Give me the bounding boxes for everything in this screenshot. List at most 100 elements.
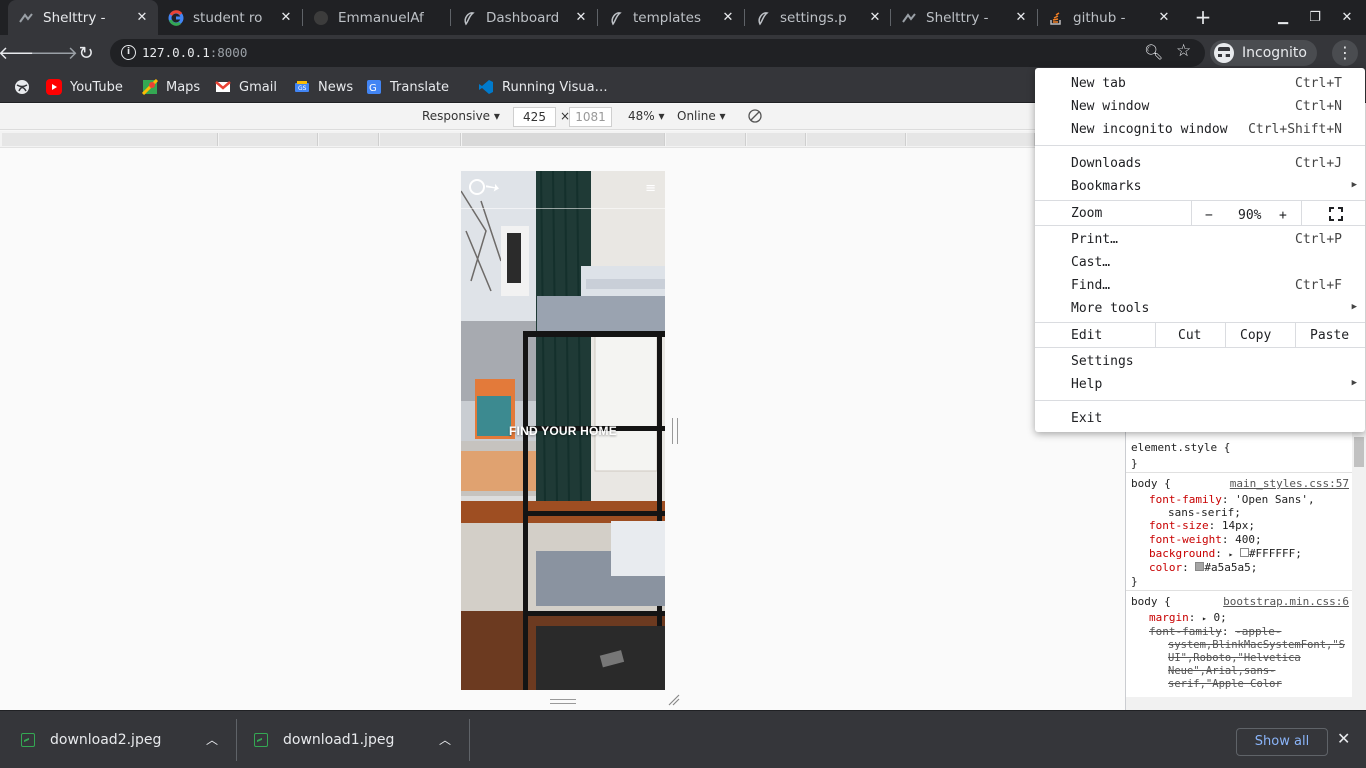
incognito-badge[interactable]: Incognito: [1210, 40, 1317, 66]
menu-item-settings[interactable]: Settings: [1035, 350, 1365, 373]
tab-settings-py[interactable]: settings.p ✕: [745, 0, 891, 35]
menu-item-new-incognito-window[interactable]: New incognito window Ctrl+Shift+N: [1035, 118, 1365, 141]
media-query-bar[interactable]: [807, 133, 906, 146]
fullscreen-icon[interactable]: [1329, 207, 1343, 221]
menu-item-new-window[interactable]: New window Ctrl+N: [1035, 95, 1365, 118]
menu-item-cast[interactable]: Cast…: [1035, 251, 1365, 274]
show-all-button[interactable]: Show all: [1236, 728, 1328, 756]
color-swatch[interactable]: [1239, 548, 1249, 557]
menu-item-exit[interactable]: Exit: [1035, 407, 1365, 430]
css-property[interactable]: margin: ▸ 0;: [1149, 611, 1227, 624]
css-property[interactable]: font-family: 'Open Sans',: [1149, 493, 1315, 506]
scrollbar-thumb[interactable]: [1354, 437, 1364, 467]
media-query-bar[interactable]: [2, 133, 218, 146]
menu-item-downloads[interactable]: Downloads Ctrl+J: [1035, 152, 1365, 175]
close-icon[interactable]: ✕: [720, 10, 736, 25]
minimize-button[interactable]: ▁: [1268, 0, 1298, 35]
css-property[interactable]: color: #a5a5a5;: [1149, 561, 1257, 574]
tab-shelttry-2[interactable]: Shelttry - ✕: [891, 0, 1037, 35]
media-query-bar[interactable]: [907, 133, 1035, 146]
menu-item-bookmarks[interactable]: Bookmarks ▶: [1035, 175, 1365, 198]
rotate-icon[interactable]: [747, 108, 763, 127]
tab-github[interactable]: EmmanuelAf: [303, 0, 449, 35]
responsive-dropdown[interactable]: Responsive ▾: [422, 109, 500, 123]
horizontal-scrollbar[interactable]: [1126, 697, 1366, 710]
submenu-arrow-icon: ▶: [1351, 180, 1357, 190]
close-icon[interactable]: ✕: [867, 10, 883, 25]
media-query-bar[interactable]: [219, 133, 318, 146]
tab-student[interactable]: student ro ✕: [158, 0, 302, 35]
bookmark-star-icon[interactable]: ☆: [1176, 41, 1191, 61]
incognito-icon: [1214, 43, 1234, 63]
bookmark-running-visual[interactable]: Running Visua…: [478, 77, 608, 97]
tab-dashboard[interactable]: Dashboard ✕: [451, 0, 597, 35]
chevron-up-icon[interactable]: ︿: [439, 731, 451, 748]
bookmark-news[interactable]: GS News: [294, 77, 353, 97]
vertical-scrollbar[interactable]: [1352, 432, 1366, 697]
download-filename: download2.jpeg: [50, 732, 162, 748]
close-icon[interactable]: ✕: [573, 10, 589, 25]
forward-button[interactable]: 🡒: [30, 39, 78, 67]
resize-handle-bottom[interactable]: [550, 699, 576, 704]
svg-text:GS: GS: [298, 85, 307, 92]
chevron-up-icon[interactable]: ︿: [206, 731, 218, 748]
media-query-bar[interactable]: [666, 133, 746, 146]
apps-icon[interactable]: [14, 77, 30, 97]
bookmark-label: Gmail: [239, 79, 277, 95]
github-icon: [313, 10, 329, 26]
tab-shelttry-active[interactable]: Shelttry - ✕: [8, 0, 158, 35]
menu-item-help[interactable]: Help ▶: [1035, 373, 1365, 396]
chrome-menu-button[interactable]: ⋮: [1332, 40, 1358, 66]
stylesheet-link[interactable]: main_styles.css:57: [1230, 477, 1349, 490]
address-bar[interactable]: i 127.0.0.1:8000 🔍︎ ☆: [110, 39, 1205, 67]
close-icon[interactable]: ✕: [278, 10, 294, 25]
tab-github-search[interactable]: github - ✕: [1038, 0, 1180, 35]
bookmark-maps[interactable]: Maps: [141, 77, 200, 97]
new-tab-button[interactable]: +: [1190, 4, 1216, 30]
tab-templates[interactable]: templates ✕: [598, 0, 744, 35]
media-query-bar[interactable]: [747, 133, 806, 146]
zoom-out-button[interactable]: −: [1205, 208, 1213, 223]
close-icon[interactable]: ✕: [134, 10, 150, 25]
device-height-input[interactable]: 1081: [569, 107, 612, 127]
download-item[interactable]: download2.jpeg: [21, 711, 161, 768]
zoom-in-button[interactable]: +: [1279, 208, 1287, 223]
close-window-button[interactable]: ✕: [1332, 0, 1362, 35]
menu-separator: [1035, 225, 1365, 226]
zoom-icon[interactable]: 🔍︎: [1144, 43, 1163, 61]
device-screen[interactable]: ➘ ≡ FIND YOUR HOME: [461, 171, 665, 690]
stylesheet-link[interactable]: bootstrap.min.css:6: [1223, 595, 1349, 608]
css-property[interactable]: font-weight: 400;: [1149, 533, 1262, 546]
hamburger-menu-icon[interactable]: ≡: [645, 181, 656, 196]
resize-handle-right[interactable]: [672, 418, 678, 444]
cut-button[interactable]: Cut: [1178, 328, 1201, 343]
network-dropdown[interactable]: Online ▾: [677, 109, 726, 123]
info-icon[interactable]: i: [121, 45, 136, 60]
copy-button[interactable]: Copy: [1240, 328, 1271, 343]
zoom-dropdown[interactable]: 48% ▾: [628, 109, 665, 123]
close-icon[interactable]: ✕: [1156, 10, 1172, 25]
css-property-overridden[interactable]: font-family: -apple-: [1149, 625, 1281, 638]
device-width-input[interactable]: 425: [513, 107, 556, 127]
resize-corner-icon[interactable]: [668, 694, 680, 706]
close-icon[interactable]: ✕: [1013, 10, 1029, 25]
media-query-bar[interactable]: [319, 133, 379, 146]
bookmark-gmail[interactable]: Gmail: [215, 77, 277, 97]
close-icon[interactable]: ✕: [1337, 729, 1350, 748]
zoom-cell-separator: [1191, 201, 1192, 225]
download-item[interactable]: download1.jpeg: [254, 711, 394, 768]
menu-item-find[interactable]: Find… Ctrl+F: [1035, 274, 1365, 297]
menu-item-print[interactable]: Print… Ctrl+P: [1035, 228, 1365, 251]
rule-selector: body {: [1131, 595, 1171, 608]
menu-item-new-tab[interactable]: New tab Ctrl+T: [1035, 72, 1365, 95]
media-query-bar[interactable]: [380, 133, 461, 146]
bookmark-translate[interactable]: G Translate: [366, 77, 449, 97]
css-property[interactable]: background: ▸ #FFFFFF;: [1149, 547, 1302, 560]
reload-button[interactable]: ↻: [72, 39, 100, 67]
media-query-bar[interactable]: [462, 133, 665, 146]
css-property[interactable]: font-size: 14px;: [1149, 519, 1255, 532]
bookmark-youtube[interactable]: YouTube: [46, 77, 123, 97]
paste-button[interactable]: Paste: [1310, 328, 1349, 343]
maximize-button[interactable]: ❐: [1300, 0, 1330, 35]
menu-item-more-tools[interactable]: More tools ▶: [1035, 297, 1365, 320]
